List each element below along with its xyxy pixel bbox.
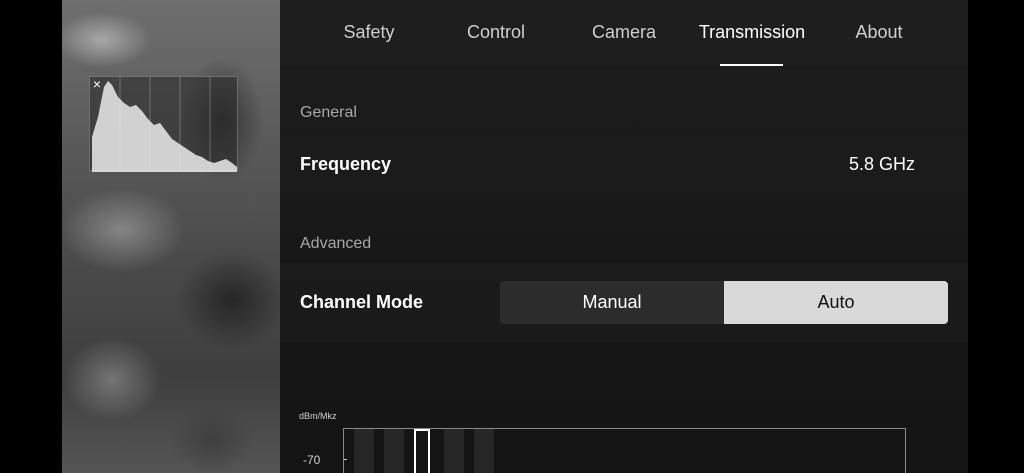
channel-selector-handle[interactable] xyxy=(414,429,430,473)
tab-transmission[interactable]: Transmission xyxy=(687,22,817,43)
histogram-graph xyxy=(92,77,237,172)
channel-mode-segmented-control: Manual Auto xyxy=(500,281,948,324)
section-label-advanced: Advanced xyxy=(300,235,372,252)
spectrum-bar xyxy=(384,429,404,473)
tab-camera[interactable]: Camera xyxy=(575,22,673,43)
frequency-row[interactable]: Frequency 5.8 GHz xyxy=(280,134,968,194)
active-tab-indicator xyxy=(720,64,783,66)
channel-mode-label: Channel Mode xyxy=(300,292,424,312)
tab-safety[interactable]: Safety xyxy=(320,22,418,43)
spectrum-unit-label: dBm/Mkz xyxy=(299,411,337,421)
frequency-value: 5.8 GHz xyxy=(848,154,915,174)
channel-spectrum-chart[interactable] xyxy=(343,428,906,473)
spectrum-bar xyxy=(354,429,374,473)
tab-about[interactable]: About xyxy=(830,22,928,43)
channel-mode-auto-button[interactable]: Auto xyxy=(724,281,948,324)
camera-live-view xyxy=(62,0,280,473)
channel-mode-manual-button[interactable]: Manual xyxy=(500,281,724,324)
spectrum-y-tick-label: -70 xyxy=(303,453,321,467)
spectrum-bar xyxy=(474,429,494,473)
section-label-general: General xyxy=(300,104,357,121)
settings-panel: Safety Control Camera Transmission About… xyxy=(280,0,968,473)
histogram-overlay: × xyxy=(89,76,238,172)
tab-bar: Safety Control Camera Transmission About xyxy=(280,0,968,66)
frequency-label: Frequency xyxy=(300,154,392,174)
close-icon[interactable]: × xyxy=(90,77,104,91)
spectrum-bar xyxy=(444,429,464,473)
screen-edge-bar xyxy=(968,0,1024,473)
tab-control[interactable]: Control xyxy=(447,22,545,43)
